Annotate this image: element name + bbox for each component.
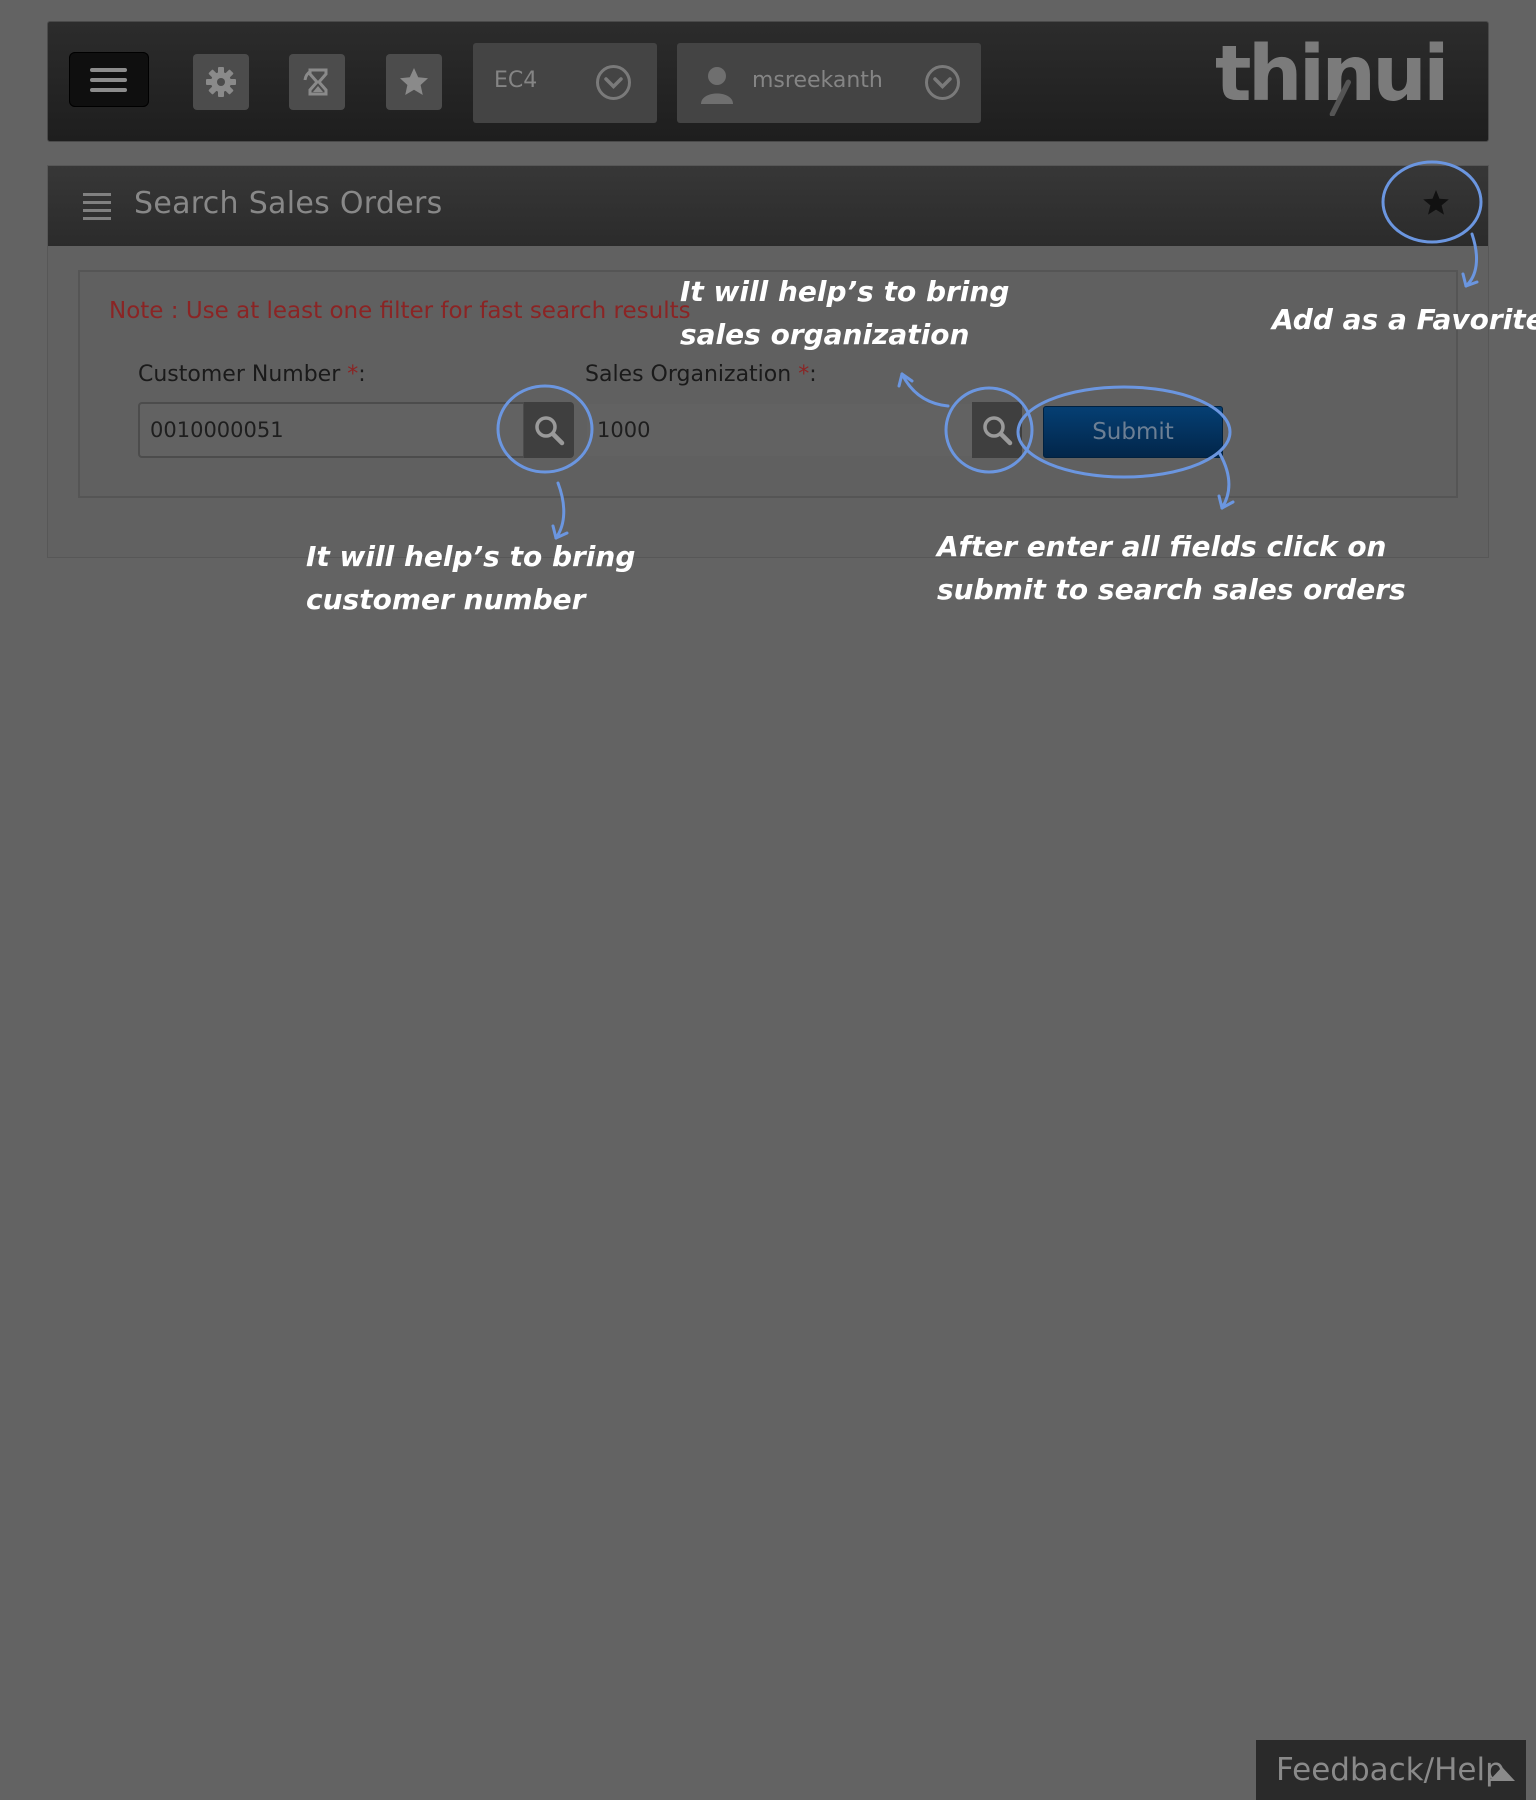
caret-up-icon <box>1489 1767 1515 1781</box>
favorites-button[interactable] <box>386 54 442 110</box>
star-icon <box>400 68 428 95</box>
feedback-help-tab[interactable]: Feedback/Help <box>1256 1740 1526 1800</box>
hamburger-menu-icon-bar <box>90 88 127 92</box>
main-menu-button[interactable] <box>69 52 149 107</box>
label-colon: : <box>809 362 817 387</box>
sales-org-annotation-line2: sales organization <box>680 318 970 351</box>
favorite-annotation: Add as a Favorite <box>1272 303 1536 336</box>
sales-org-annotation-line1: It will help’s to bring <box>680 275 1010 308</box>
user-icon <box>701 67 733 104</box>
system-select-value: EC4 <box>494 68 538 93</box>
required-marker: * <box>798 362 810 387</box>
sales-organization-input[interactable]: 1000 <box>585 402 975 458</box>
required-marker: * <box>347 362 359 387</box>
gear-icon <box>206 67 236 97</box>
sales-organization-label: Sales Organization *: <box>585 362 817 387</box>
user-select-value: msreekanth <box>752 68 883 93</box>
page-title: Search Sales Orders <box>134 186 443 221</box>
history-button[interactable] <box>289 54 345 110</box>
feedback-help-label: Feedback/Help <box>1276 1752 1505 1788</box>
search-icon <box>535 416 565 446</box>
logo-text: thinui <box>1215 36 1446 116</box>
hamburger-menu-icon-bar <box>90 78 127 82</box>
add-favorite-star-icon[interactable] <box>1416 184 1456 224</box>
hamburger-menu-icon <box>90 68 127 72</box>
label-colon: : <box>358 362 366 387</box>
customer-number-search-button[interactable] <box>524 402 574 458</box>
customer-number-label-text: Customer Number <box>138 362 348 387</box>
customer-annotation-line1: It will help’s to bring <box>306 540 636 573</box>
customer-number-label: Customer Number *: <box>138 362 366 387</box>
settings-button[interactable] <box>193 54 249 110</box>
top-toolbar: EC4 msreekanth thinui <box>47 21 1489 142</box>
search-icon <box>983 416 1013 446</box>
submit-button[interactable]: Submit <box>1043 406 1223 458</box>
submit-annotation-line2: submit to search sales orders <box>937 573 1406 606</box>
thinui-logo: thinui <box>1215 36 1449 116</box>
user-select[interactable]: msreekanth <box>677 43 981 123</box>
submit-annotation-line1: After enter all fields click on <box>937 530 1387 563</box>
chevron-down-circle-icon <box>925 65 960 100</box>
sales-organization-label-text: Sales Organization <box>585 362 799 387</box>
search-sales-orders-panel: Search Sales Orders Note : Use at least … <box>47 165 1489 558</box>
system-select[interactable]: EC4 <box>473 43 657 123</box>
filter-note: Note : Use at least one filter for fast … <box>109 298 691 324</box>
list-icon[interactable] <box>83 191 113 221</box>
sales-organization-search-button[interactable] <box>972 402 1022 458</box>
customer-number-input[interactable]: 0010000051 <box>138 402 525 458</box>
customer-annotation-line2: customer number <box>306 583 586 616</box>
hourglass-icon <box>303 68 328 96</box>
panel-header: Search Sales Orders <box>48 166 1488 246</box>
chevron-down-circle-icon <box>596 65 631 100</box>
